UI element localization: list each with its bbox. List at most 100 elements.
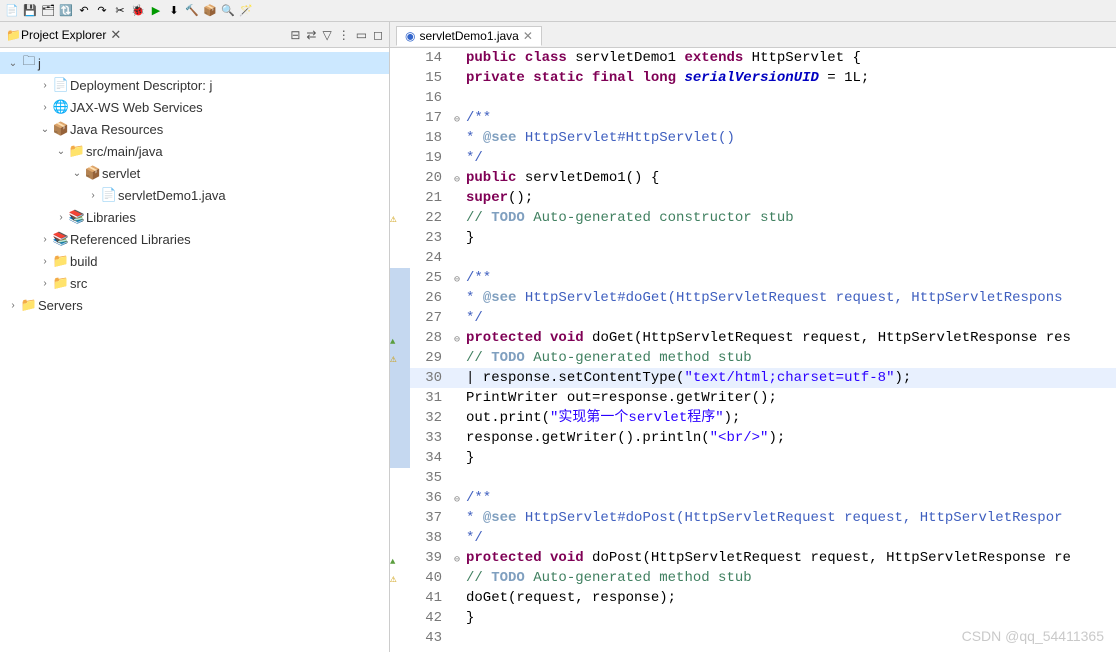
code-line[interactable]: 18 * @see HttpServlet#HttpServlet() — [390, 128, 1116, 148]
code-line[interactable]: 32 out.print("实现第一个servlet程序"); — [390, 408, 1116, 428]
code-line[interactable]: 26 * @see HttpServlet#doGet(HttpServletR… — [390, 288, 1116, 308]
code-line[interactable]: 20⊖ public servletDemo1() { — [390, 168, 1116, 188]
code-line[interactable]: 37 * @see HttpServlet#doPost(HttpServlet… — [390, 508, 1116, 528]
code-line[interactable]: 23 } — [390, 228, 1116, 248]
code-line[interactable]: 41 doGet(request, response); — [390, 588, 1116, 608]
tree-root[interactable]: ⌄ 🗀 j — [0, 52, 389, 74]
editor-panel: ◉ servletDemo1.java ✕ 14public class ser… — [390, 22, 1116, 652]
save-all-icon[interactable]: 🗂 — [40, 3, 56, 19]
code-line[interactable]: 27 */ — [390, 308, 1116, 328]
twisty-icon[interactable]: › — [38, 80, 52, 91]
tree-item[interactable]: ›📄servletDemo1.java — [0, 184, 389, 206]
code-editor[interactable]: 14public class servletDemo1 extends Http… — [390, 48, 1116, 652]
twisty-icon[interactable]: ⌄ — [70, 168, 84, 179]
collapse-all-icon[interactable]: ⊟ — [290, 28, 300, 42]
wizard-icon[interactable]: 🪄 — [238, 3, 254, 19]
explorer-title: Project Explorer — [21, 28, 106, 42]
editor-tab[interactable]: ◉ servletDemo1.java ✕ — [396, 26, 542, 46]
tree-label: Libraries — [86, 210, 136, 225]
twisty-icon[interactable]: › — [38, 102, 52, 113]
tree-label: servlet — [102, 166, 140, 181]
twisty-icon[interactable]: › — [54, 212, 68, 223]
tree-item[interactable]: ⌄📁src/main/java — [0, 140, 389, 162]
build-icon[interactable]: 🔨 — [184, 3, 200, 19]
twisty-icon[interactable]: ⌄ — [54, 146, 68, 157]
debug-icon[interactable]: 🐞 — [130, 3, 146, 19]
code-line[interactable]: 34 } — [390, 448, 1116, 468]
code-line[interactable]: 19 */ — [390, 148, 1116, 168]
twisty-icon[interactable]: ⌄ — [38, 124, 52, 135]
twisty-icon[interactable]: › — [86, 190, 100, 201]
link-icon[interactable]: ⇄ — [306, 28, 316, 42]
filter-icon[interactable]: ▽ — [322, 28, 331, 42]
tree-item[interactable]: ›🌐JAX-WS Web Services — [0, 96, 389, 118]
save-icon[interactable]: 💾 — [22, 3, 38, 19]
explorer-header: 📁 Project Explorer ✕ ⊟ ⇄ ▽ ⋮ ▭ ◻ — [0, 22, 389, 48]
code-line[interactable]: ⚠22 // TODO Auto-generated constructor s… — [390, 208, 1116, 228]
code-line[interactable]: 25⊖ /** — [390, 268, 1116, 288]
node-icon: 📁 — [68, 143, 86, 159]
code-line[interactable]: 14public class servletDemo1 extends Http… — [390, 48, 1116, 68]
menu-icon[interactable]: ⋮ — [338, 28, 350, 42]
code-line[interactable]: 35 — [390, 468, 1116, 488]
code-line[interactable]: ▲28⊖ protected void doGet(HttpServletReq… — [390, 328, 1116, 348]
code-line[interactable]: 24 — [390, 248, 1116, 268]
code-line[interactable]: 17⊖ /** — [390, 108, 1116, 128]
tree-label: src — [70, 276, 87, 291]
code-line[interactable]: 42 } — [390, 608, 1116, 628]
search-icon[interactable]: 🔍 — [220, 3, 236, 19]
code-line[interactable]: 16 — [390, 88, 1116, 108]
node-icon: 📦 — [52, 121, 70, 137]
code-line[interactable]: 31 PrintWriter out=response.getWriter(); — [390, 388, 1116, 408]
twisty-icon[interactable]: › — [38, 278, 52, 289]
folder-icon: 📁 — [6, 28, 21, 42]
node-icon: 📦 — [84, 165, 102, 181]
code-line[interactable]: 21 super(); — [390, 188, 1116, 208]
project-tree: ⌄ 🗀 j ›📄Deployment Descriptor: j›🌐JAX-WS… — [0, 48, 389, 652]
tree-label: Servers — [38, 298, 83, 313]
node-icon: 📄 — [52, 77, 70, 93]
tree-item[interactable]: ›📁build — [0, 250, 389, 272]
code-line[interactable]: 36⊖ /** — [390, 488, 1116, 508]
chevron-down-icon[interactable]: ⌄ — [6, 58, 20, 69]
tree-item[interactable]: ⌄📦Java Resources — [0, 118, 389, 140]
folder-icon: 📁 — [20, 297, 38, 313]
maximize-icon[interactable]: ◻ — [373, 28, 383, 42]
code-line[interactable]: 30 | response.setContentType("text/html;… — [390, 368, 1116, 388]
run-icon[interactable]: ▶ — [148, 3, 164, 19]
cut-icon[interactable]: ✂ — [112, 3, 128, 19]
undo-icon[interactable]: ↶ — [76, 3, 92, 19]
code-line[interactable]: ⚠40 // TODO Auto-generated method stub — [390, 568, 1116, 588]
main-toolbar: 📄 💾 🗂 🔃 ↶ ↷ ✂ 🐞 ▶ ⬇ 🔨 📦 🔍 🪄 — [0, 0, 1116, 22]
close-icon[interactable]: ✕ — [110, 27, 121, 43]
ext-icon[interactable]: ⬇ — [166, 3, 182, 19]
tree-item[interactable]: ⌄📦servlet — [0, 162, 389, 184]
project-icon: 🗀 — [20, 52, 38, 74]
package-icon[interactable]: 📦 — [202, 3, 218, 19]
tree-item[interactable]: ›📁src — [0, 272, 389, 294]
refresh-icon[interactable]: 🔃 — [58, 3, 74, 19]
close-icon[interactable]: ✕ — [523, 29, 533, 43]
tree-item[interactable]: ›📚Referenced Libraries — [0, 228, 389, 250]
tree-label: Referenced Libraries — [70, 232, 191, 247]
tree-label: Java Resources — [70, 122, 163, 137]
tree-item[interactable]: ›📄Deployment Descriptor: j — [0, 74, 389, 96]
code-line[interactable]: 38 */ — [390, 528, 1116, 548]
minimize-icon[interactable]: ▭ — [356, 28, 367, 42]
node-icon: 📁 — [52, 253, 70, 269]
chevron-right-icon[interactable]: › — [6, 300, 20, 311]
tab-label: servletDemo1.java — [419, 29, 518, 43]
code-line[interactable]: 15 private static final long serialVersi… — [390, 68, 1116, 88]
tree-servers[interactable]: › 📁 Servers — [0, 294, 389, 316]
watermark: CSDN @qq_54411365 — [962, 628, 1104, 644]
code-line[interactable]: ▲39⊖ protected void doPost(HttpServletRe… — [390, 548, 1116, 568]
tree-label: j — [38, 56, 41, 71]
twisty-icon[interactable]: › — [38, 234, 52, 245]
twisty-icon[interactable]: › — [38, 256, 52, 267]
code-line[interactable]: ⚠29 // TODO Auto-generated method stub — [390, 348, 1116, 368]
code-line[interactable]: 33 response.getWriter().println("<br/>")… — [390, 428, 1116, 448]
redo-icon[interactable]: ↷ — [94, 3, 110, 19]
node-icon: 📄 — [100, 187, 118, 203]
tree-item[interactable]: ›📚Libraries — [0, 206, 389, 228]
new-icon[interactable]: 📄 — [4, 3, 20, 19]
